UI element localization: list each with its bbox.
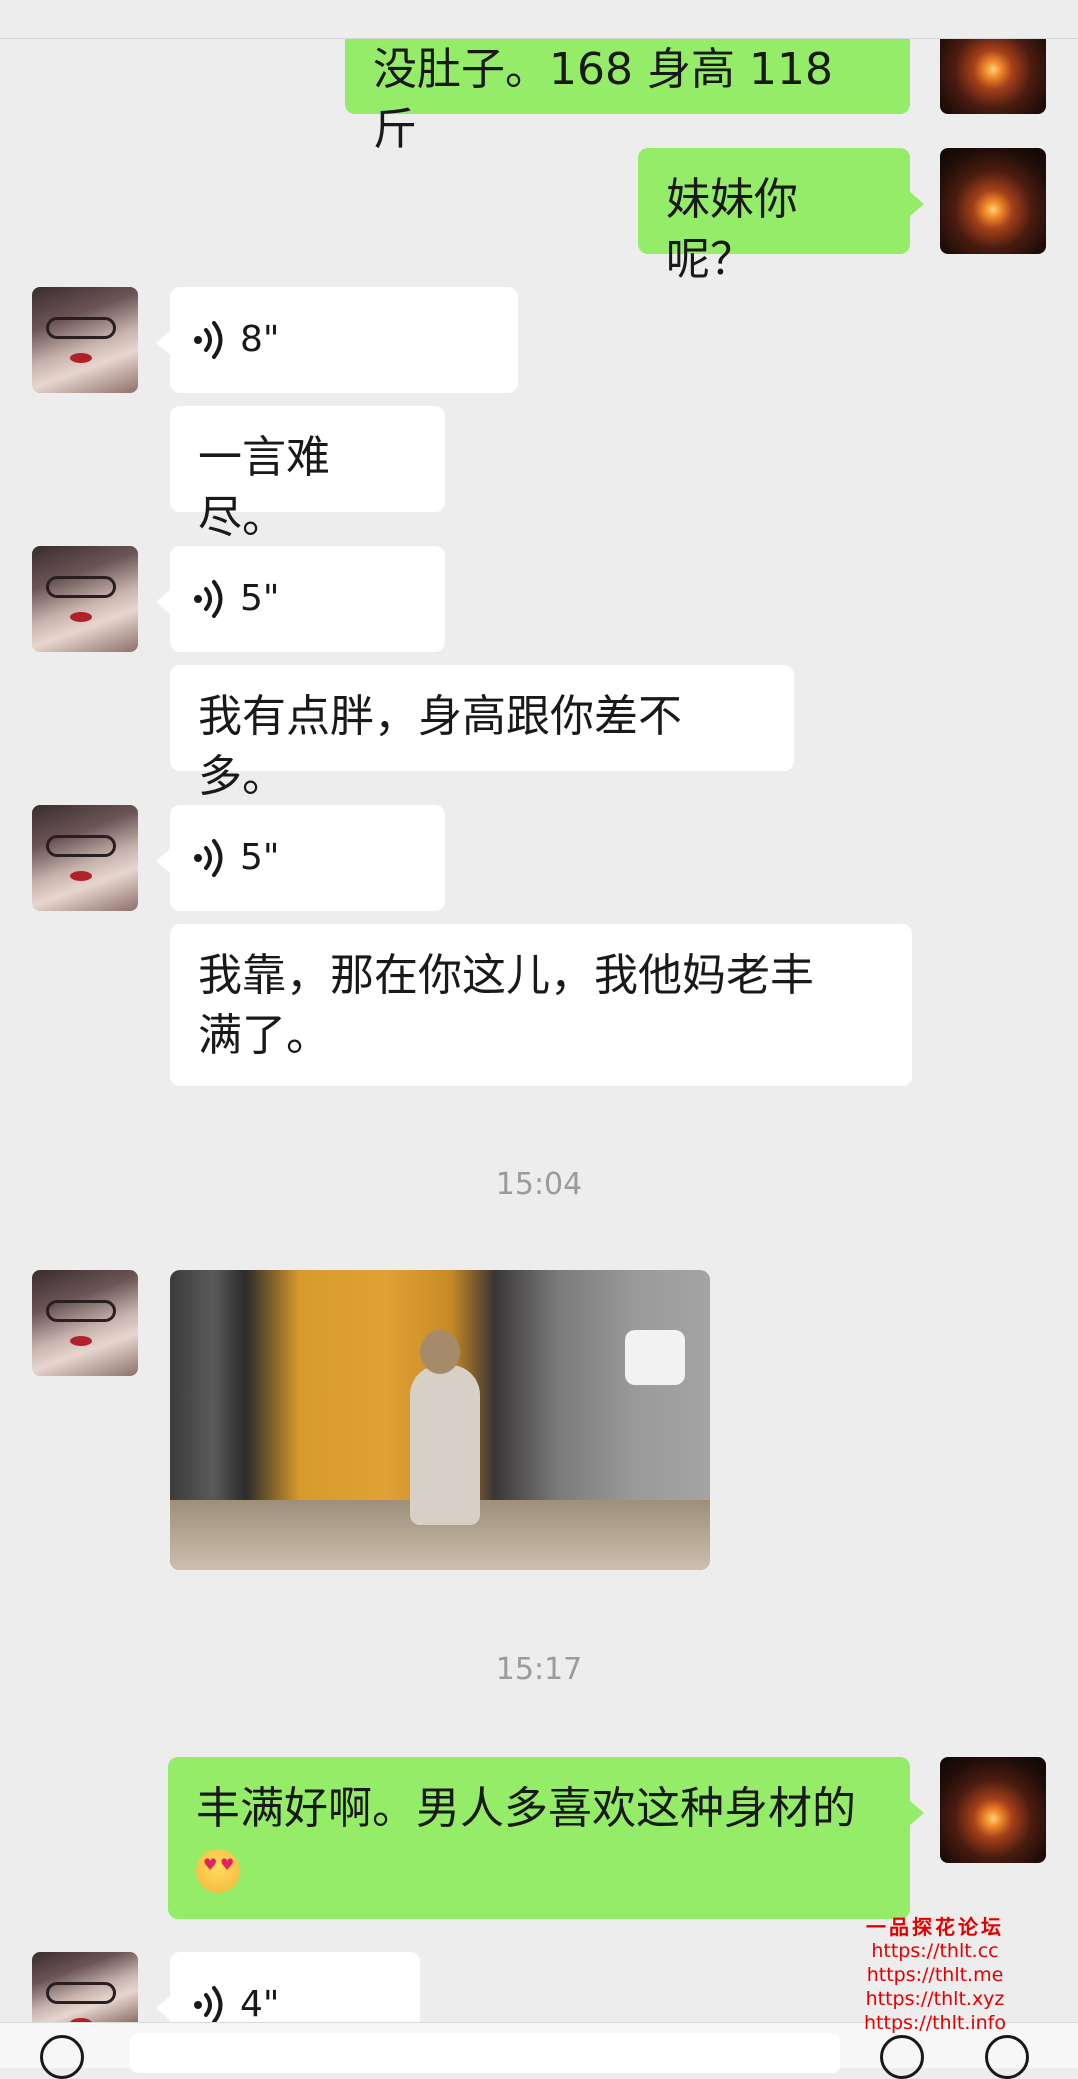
my-avatar[interactable]	[940, 148, 1046, 254]
watermark-link: https://thlt.me	[866, 1964, 1004, 1986]
voice-duration: 8"	[240, 319, 280, 360]
title-bar	[0, 0, 1078, 39]
contact-avatar[interactable]	[32, 1270, 138, 1376]
message-text: 一言难尽。	[198, 432, 330, 543]
heart-eyes-emoji-icon	[196, 1849, 240, 1893]
message-text: 我有点胖，身高跟你差不多。	[198, 691, 682, 802]
voice-duration: 5"	[240, 837, 280, 878]
message-input[interactable]	[130, 2033, 840, 2073]
photo-figure	[410, 1365, 480, 1525]
timestamp: 15:04	[495, 1167, 583, 1202]
voice-message[interactable]: 8"	[156, 287, 518, 393]
contact-avatar[interactable]	[32, 805, 138, 911]
more-button-icon[interactable]	[985, 2035, 1029, 2079]
watermark: 一品探花论坛 https://thlt.cc https://thlt.me h…	[850, 1915, 1020, 2035]
contact-avatar[interactable]	[32, 287, 138, 393]
image-message[interactable]	[170, 1270, 710, 1570]
message-text: 妹妹你呢？	[666, 174, 798, 285]
voice-message[interactable]: 5"	[156, 546, 445, 652]
my-avatar[interactable]	[940, 1757, 1046, 1863]
watermark-link: https://thlt.info	[864, 2012, 1006, 2034]
emoji-button-icon[interactable]	[880, 2035, 924, 2079]
photo-hand-dryer	[625, 1330, 685, 1385]
voice-message[interactable]: 5"	[156, 805, 445, 911]
photo-head	[420, 1330, 460, 1374]
timestamp: 15:17	[495, 1652, 583, 1687]
received-message[interactable]: 一言难尽。	[170, 406, 445, 543]
voice-duration: 5"	[240, 578, 280, 619]
voice-wave-icon	[194, 580, 223, 618]
received-message[interactable]: 我有点胖，身高跟你差不多。	[170, 665, 794, 802]
contact-avatar[interactable]	[32, 1952, 138, 2022]
watermark-link: https://thlt.xyz	[865, 1988, 1005, 2010]
watermark-link: https://thlt.cc	[871, 1940, 999, 1962]
contact-avatar[interactable]	[32, 546, 138, 652]
sent-message[interactable]: 丰满好啊。男人多喜欢这种身材的	[168, 1757, 924, 1919]
received-message[interactable]: 我靠，那在你这儿，我他妈老丰满了。	[170, 924, 912, 1086]
voice-wave-icon	[194, 839, 223, 877]
voice-input-icon[interactable]	[40, 2035, 84, 2079]
watermark-title: 一品探花论坛	[866, 1915, 1004, 1939]
message-text: 丰满好啊。男人多喜欢这种身材的	[168, 1757, 910, 1899]
message-text: 没肚子。168 身高 118 斤	[373, 44, 833, 155]
message-text: 我靠，那在你这儿，我他妈老丰满了。	[198, 950, 814, 1061]
voice-wave-icon	[194, 321, 223, 359]
voice-wave-icon	[194, 1986, 223, 2024]
voice-message[interactable]: 4"	[156, 1952, 420, 2025]
sent-message[interactable]: 妹妹你呢？	[638, 148, 924, 285]
sent-message[interactable]: 没肚子。168 身高 118 斤	[345, 30, 910, 155]
message-text-content: 丰满好啊。男人多喜欢这种身材的	[196, 1783, 856, 1834]
